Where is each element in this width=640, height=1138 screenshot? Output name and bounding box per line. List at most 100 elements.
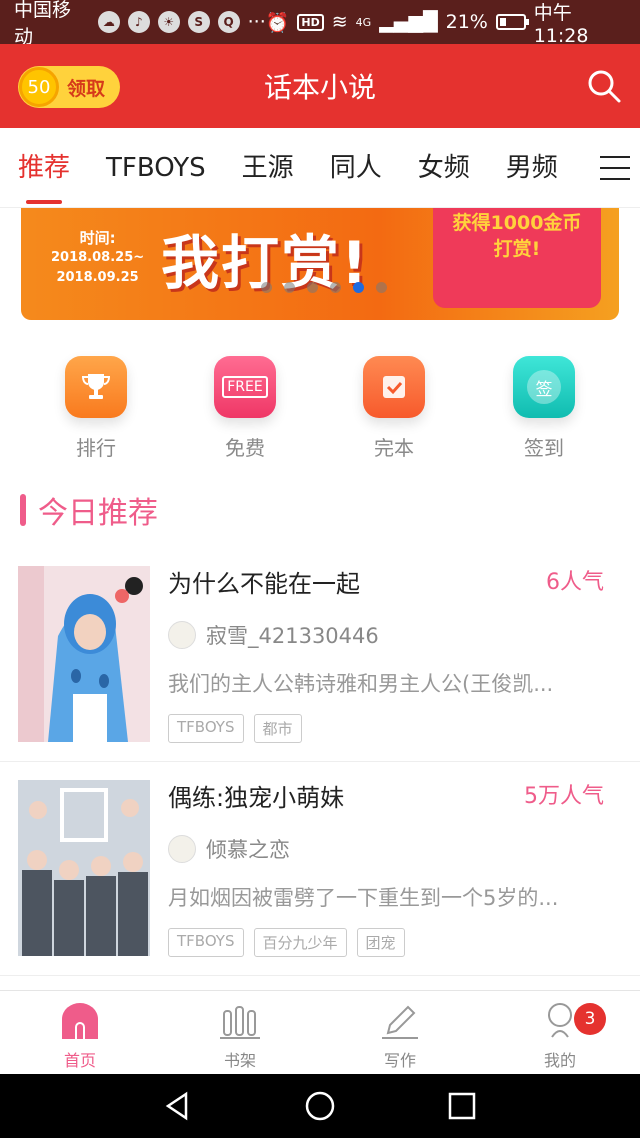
book-popularity: 5万人气 bbox=[524, 784, 604, 809]
book-tag[interactable]: 都市 bbox=[253, 714, 302, 743]
completed-check-icon bbox=[363, 356, 425, 418]
nav-write[interactable]: 写作 bbox=[320, 991, 480, 1074]
nav-home-label: 首页 bbox=[63, 1051, 96, 1070]
book-tag[interactable]: 百分九少年 bbox=[253, 928, 347, 957]
carousel-dots bbox=[261, 282, 387, 293]
search-icon[interactable] bbox=[586, 68, 622, 104]
checkin-label: 签到 bbox=[524, 436, 564, 460]
author-name: 倾慕之恋 bbox=[206, 838, 290, 862]
home-icon bbox=[62, 1003, 98, 1039]
book-author[interactable]: 寂雪_421330446 bbox=[168, 620, 379, 650]
section-title: 今日推荐 bbox=[20, 490, 158, 531]
checkin-icon: 签 bbox=[513, 356, 575, 418]
back-icon[interactable] bbox=[160, 1088, 196, 1124]
banner-reward-box: 获得1000金币 打赏! bbox=[433, 208, 601, 308]
claim-coins-button[interactable]: 50 领取 bbox=[18, 66, 120, 108]
network-type: 4G bbox=[355, 15, 372, 29]
completed-entry[interactable]: 完本 bbox=[334, 356, 454, 461]
ranking-label: 排行 bbox=[76, 436, 116, 460]
wifi-icon: ≋ bbox=[331, 11, 348, 33]
nav-write-label: 写作 bbox=[383, 1051, 416, 1070]
weather-icon: ☀ bbox=[157, 11, 180, 33]
book-popularity: 6人气 bbox=[546, 570, 604, 595]
carrier-label: 中国移动 bbox=[14, 0, 72, 48]
nav-mine[interactable]: 我的 3 bbox=[480, 991, 640, 1074]
avatar bbox=[168, 835, 196, 863]
banner-date-from: 2018.08.25~ bbox=[51, 250, 145, 265]
pencil-icon bbox=[382, 1005, 418, 1039]
recents-icon[interactable] bbox=[444, 1088, 480, 1124]
signal-icon: ▂▄▆█ bbox=[379, 11, 438, 33]
bookshelf-icon bbox=[220, 1006, 260, 1039]
voice-icon: ♪ bbox=[127, 11, 150, 33]
ranking-entry[interactable]: 排行 bbox=[36, 356, 156, 461]
book-tags: TFBOYS 都市 bbox=[168, 714, 302, 743]
book-tag[interactable]: TFBOYS bbox=[168, 714, 244, 743]
cloud-icon: ☁ bbox=[97, 11, 120, 33]
carousel-dot[interactable] bbox=[330, 282, 341, 293]
book-tag[interactable]: TFBOYS bbox=[168, 928, 244, 957]
q-app-icon: Q bbox=[217, 11, 240, 33]
banner-date-to: 2018.09.25 bbox=[56, 270, 139, 285]
tab-tfboys[interactable]: TFBOYS bbox=[106, 128, 206, 208]
battery-icon bbox=[495, 14, 529, 30]
tab-female[interactable]: 女频 bbox=[418, 128, 470, 208]
tab-recommend[interactable]: 推荐 bbox=[18, 128, 70, 208]
free-sign-icon: FREE bbox=[214, 356, 276, 418]
banner-reward-line1: 获得1000金币 bbox=[452, 212, 582, 234]
clock: 中午11:28 bbox=[533, 1, 589, 47]
category-tabs: 推荐 TFBOYS 王源 同人 女频 男频 bbox=[0, 128, 640, 208]
alarm-icon: ⏰ bbox=[265, 11, 290, 34]
quick-entries: 排行 FREE 免费 完本 签 签到 bbox=[0, 340, 640, 470]
app-title: 话本小说 bbox=[263, 71, 376, 104]
carousel-dot[interactable] bbox=[284, 282, 295, 293]
nav-mine-label: 我的 bbox=[543, 1051, 576, 1070]
book-item[interactable]: 为什么不能在一起 6人气 寂雪_421330446 我们的主人公韩诗雅和男主人公… bbox=[0, 548, 640, 762]
book-summary: 月如烟因被雷劈了一下重生到一个5岁的... bbox=[168, 886, 559, 910]
completed-label: 完本 bbox=[374, 436, 414, 460]
bottom-nav: 首页 书架 写作 我的 3 bbox=[0, 990, 640, 1074]
carousel-dot[interactable] bbox=[307, 282, 318, 293]
menu-icon[interactable] bbox=[600, 156, 630, 180]
book-summary: 我们的主人公韩诗雅和男主人公(王俊凯... bbox=[168, 672, 554, 696]
home-circle-icon[interactable] bbox=[302, 1088, 338, 1124]
book-title: 为什么不能在一起 bbox=[168, 570, 360, 598]
hd-icon: HD bbox=[297, 13, 324, 31]
avatar bbox=[168, 621, 196, 649]
battery-percent: 21% bbox=[445, 11, 488, 33]
banner-reward-line2: 打赏! bbox=[493, 238, 541, 260]
notification-badge: 3 bbox=[574, 1003, 606, 1035]
banner-dates: 时间: 2018.08.25~ 2018.09.25 bbox=[51, 228, 144, 288]
carousel-dot[interactable] bbox=[376, 282, 387, 293]
nav-bookshelf-label: 书架 bbox=[223, 1051, 256, 1070]
claim-label: 领取 bbox=[67, 77, 106, 100]
checkin-entry[interactable]: 签 签到 bbox=[484, 356, 604, 461]
promo-banner[interactable]: 时间: 2018.08.25~ 2018.09.25 我打赏! 获得1000金币… bbox=[21, 208, 619, 320]
trophy-icon bbox=[65, 356, 127, 418]
book-cover[interactable] bbox=[18, 780, 150, 956]
carousel-dot[interactable] bbox=[261, 282, 272, 293]
free-badge-text: FREE bbox=[222, 376, 268, 398]
carousel-dot[interactable] bbox=[353, 282, 364, 293]
checkin-badge-text: 签 bbox=[527, 370, 561, 404]
book-tags: TFBOYS 百分九少年 团宠 bbox=[168, 928, 405, 957]
banner-time-label: 时间: bbox=[79, 229, 116, 247]
status-bar: 中国移动 ☁ ♪ ☀ S Q ··· ⏰ HD ≋ 4G ▂▄▆█ 21% 中午… bbox=[0, 0, 640, 48]
s-app-icon: S bbox=[187, 11, 210, 33]
more-notifications-icon: ··· bbox=[247, 11, 266, 33]
book-item[interactable]: 偶练:独宠小萌妹 5万人气 倾慕之恋 月如烟因被雷劈了一下重生到一个5岁的...… bbox=[0, 762, 640, 976]
tab-wangyuan[interactable]: 王源 bbox=[242, 128, 294, 208]
book-title: 偶练:独宠小萌妹 bbox=[168, 784, 345, 812]
section-title-text: 今日推荐 bbox=[38, 496, 158, 531]
section-accent-bar bbox=[20, 494, 26, 526]
nav-bookshelf[interactable]: 书架 bbox=[160, 991, 320, 1074]
free-entry[interactable]: FREE 免费 bbox=[185, 356, 305, 461]
book-cover[interactable] bbox=[18, 566, 150, 742]
book-tag[interactable]: 团宠 bbox=[356, 928, 405, 957]
nav-home[interactable]: 首页 bbox=[0, 991, 160, 1074]
author-name: 寂雪_421330446 bbox=[206, 624, 379, 648]
book-author[interactable]: 倾慕之恋 bbox=[168, 834, 290, 864]
system-nav-bar bbox=[0, 1074, 640, 1138]
tab-male[interactable]: 男频 bbox=[506, 128, 558, 208]
tab-fanfic[interactable]: 同人 bbox=[330, 128, 382, 208]
